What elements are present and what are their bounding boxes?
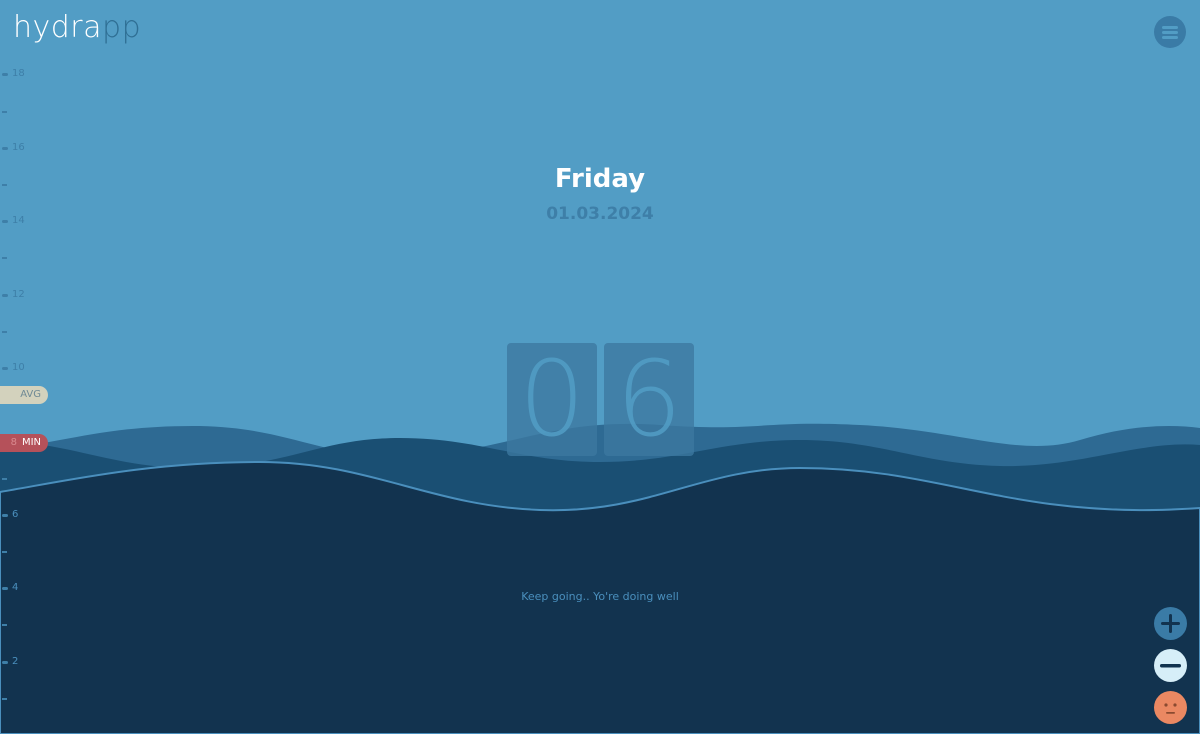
minimum-marker-value: 8	[10, 437, 17, 448]
logo-accent-text: pp	[102, 10, 142, 45]
scale-label-10: 10	[12, 362, 25, 373]
average-marker: AVG	[0, 386, 48, 404]
date-text: 01.03.2024	[546, 204, 654, 224]
minimum-marker-label: MIN	[21, 437, 41, 448]
minus-icon	[1160, 664, 1181, 668]
scale-tick	[2, 367, 8, 370]
scale-tick-minor	[2, 111, 7, 113]
day-name: Friday	[554, 164, 646, 194]
scale-tick-minor	[2, 551, 7, 553]
neutral-face-icon	[1164, 703, 1177, 714]
scale-label-16: 16	[12, 142, 25, 153]
water-waves	[0, 423, 1200, 734]
menu-button[interactable]	[1154, 16, 1186, 48]
scale-tick	[2, 661, 8, 664]
glass-count-digit-tens: 0	[507, 343, 597, 456]
remove-glass-button[interactable]	[1154, 649, 1187, 682]
water-level-scale: 18 16 14 12 10 6 4 2	[0, 0, 60, 734]
glass-count-digit-ones: 6	[604, 343, 694, 456]
add-glass-button[interactable]	[1154, 607, 1187, 640]
scale-tick-minor	[2, 698, 7, 700]
scale-label-18: 18	[12, 68, 25, 79]
hamburger-menu-icon	[1162, 26, 1178, 29]
scale-tick-minor	[2, 478, 7, 480]
scale-tick-minor	[2, 257, 7, 259]
scale-tick	[2, 294, 8, 297]
mood-button[interactable]	[1154, 691, 1187, 724]
scale-tick-minor	[2, 624, 7, 626]
encouragement-message: Keep going.. Yo're doing well	[521, 590, 679, 603]
scale-tick-minor	[2, 331, 7, 333]
scale-tick	[2, 73, 8, 76]
scale-tick	[2, 514, 8, 517]
scale-tick	[2, 147, 8, 150]
scale-label-2: 2	[12, 656, 19, 667]
scale-label-6: 6	[12, 509, 19, 520]
minimum-marker: 8 MIN	[0, 434, 48, 452]
scale-label-12: 12	[12, 289, 25, 300]
plus-icon	[1161, 614, 1180, 633]
